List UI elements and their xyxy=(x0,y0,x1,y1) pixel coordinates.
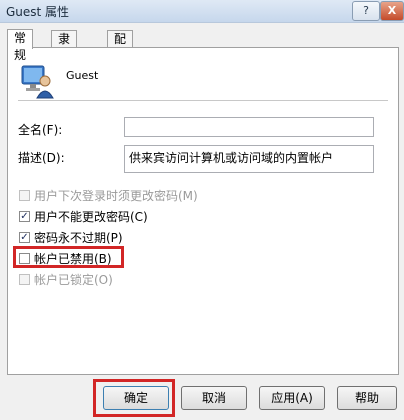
divider xyxy=(18,100,388,101)
fullname-label: 全名(F): xyxy=(18,123,63,137)
tab-member-of[interactable]: 隶属于 xyxy=(51,30,78,80)
general-panel: Guest 全名(F): 描述(D): 供来宾访问计算机或访问域的内置帐户 用户… xyxy=(7,47,399,375)
description-label: 描述(D): xyxy=(18,151,65,165)
cancel-button[interactable]: 取消 xyxy=(181,386,247,410)
close-button[interactable]: X xyxy=(380,1,404,21)
title-bar: Guest 属性 ? X xyxy=(0,0,404,23)
checkbox-checked[interactable]: ✓ xyxy=(19,231,30,243)
description-input[interactable]: 供来宾访问计算机或访问域的内置帐户 xyxy=(124,145,374,173)
option-label: 帐户已锁定(O) xyxy=(34,272,113,287)
checkbox[interactable] xyxy=(19,273,30,285)
help-title-button[interactable]: ? xyxy=(352,1,380,21)
option-must-change-password[interactable]: 用户下次登录时须更改密码(M) xyxy=(19,187,198,203)
option-account-locked[interactable]: 帐户已锁定(O) xyxy=(19,271,113,287)
account-username: Guest xyxy=(66,69,99,82)
user-account-icon xyxy=(21,65,54,99)
option-label: 用户不能更改密码(C) xyxy=(34,209,148,224)
ok-button[interactable]: 确定 xyxy=(103,386,169,410)
fullname-input[interactable] xyxy=(124,117,374,137)
option-label: 用户下次登录时须更改密码(M) xyxy=(34,188,198,203)
checkbox-checked[interactable]: ✓ xyxy=(19,210,30,222)
option-label: 密码永不过期(P) xyxy=(34,230,123,245)
checkbox[interactable] xyxy=(19,189,30,201)
tab-general[interactable]: 常规 xyxy=(7,29,34,62)
highlight-box-account-disabled xyxy=(13,246,124,268)
option-password-never-expires[interactable]: ✓ 密码永不过期(P) xyxy=(19,229,123,245)
apply-button[interactable]: 应用(A) xyxy=(259,386,325,410)
tab-profile[interactable]: 配置文件 xyxy=(107,30,134,97)
window-title: Guest 属性 xyxy=(6,5,70,19)
help-button[interactable]: 帮助 xyxy=(337,386,397,410)
option-cannot-change-password[interactable]: ✓ 用户不能更改密码(C) xyxy=(19,208,148,224)
